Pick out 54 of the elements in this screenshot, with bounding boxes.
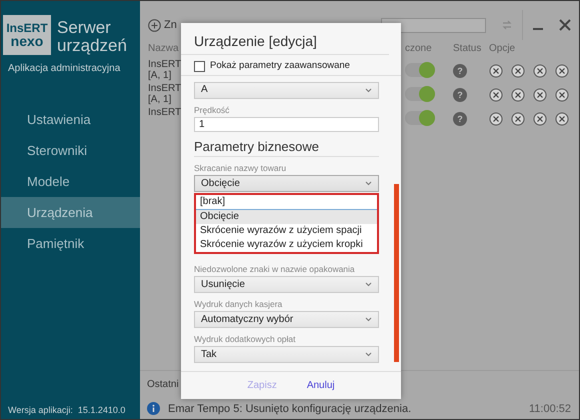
column-header: Nazwa <box>148 43 180 56</box>
dropdown-select[interactable]: Obcięcie <box>194 175 379 192</box>
dialog-title: Urządzenie [edycja] <box>194 33 317 49</box>
dropdown-select[interactable]: Tak <box>194 346 379 364</box>
nav-item[interactable]: Modele <box>1 166 140 197</box>
dropdown-select[interactable]: A <box>194 82 379 98</box>
dropdown-option[interactable]: Skrócenie wyrazów z użyciem spacji <box>196 224 377 238</box>
device-name: InsERT <box>148 59 182 70</box>
field-label: Prędkość <box>194 104 230 114</box>
dialog-button[interactable]: Anuluj <box>306 380 335 391</box>
section-label: Ostatni <box>147 379 179 390</box>
dropdown-select[interactable]: Automatyczny wybór <box>194 311 379 328</box>
section-title: Parametry biznesowe <box>194 132 379 158</box>
nav-item[interactable]: Sterowniki <box>1 135 140 166</box>
nav-item[interactable]: Ustawienia <box>1 104 140 135</box>
chevron-down-icon <box>365 88 372 92</box>
log-message: Emar Tempo 5: Usunięto konfigurację urządzenia. <box>168 402 412 414</box>
chevron-down-icon <box>365 317 372 322</box>
close-icon[interactable] <box>559 19 571 31</box>
toggle-switch[interactable] <box>405 111 435 125</box>
column-header: Opcje <box>489 43 516 56</box>
dropdown-option[interactable]: Skrócenie wyrazów z użyciem kropki <box>196 238 377 252</box>
app-title: Serwer urządzeń <box>57 19 128 55</box>
app-subtitle: Aplikacja administracyjna <box>7 62 122 74</box>
dropdown-select[interactable]: Usunięcie <box>194 276 379 294</box>
field-label: Skracanie nazwy towaru <box>194 163 288 174</box>
column-header: Status <box>453 43 482 56</box>
version-text: Wersja aplikacji: 15.1.2410.0 <box>7 405 126 417</box>
field-label: Niedozwolone znaki w nazwie opakowania <box>194 264 356 274</box>
checkbox-label: Pokaż parametry zaawansowane <box>210 60 350 72</box>
input-field[interactable]: 1 <box>194 116 379 132</box>
add-icon[interactable] <box>148 18 161 32</box>
dropdown-option[interactable]: Obcięcie <box>196 210 377 224</box>
device-port: [A, 1] <box>148 70 172 81</box>
chevron-down-icon <box>365 181 372 186</box>
checkbox[interactable] <box>194 60 205 72</box>
chevron-down-icon <box>365 352 372 358</box>
toggle-switch[interactable] <box>405 63 435 77</box>
status-icon: ? <box>453 64 467 78</box>
status-icon: ? <box>453 88 467 102</box>
app-logo: InsERT nexo <box>3 15 51 55</box>
nav-item[interactable]: Pamiętnik <box>1 228 140 259</box>
info-icon <box>147 402 160 415</box>
status-icon: ? <box>453 112 467 126</box>
toolbar-label[interactable]: Zn <box>164 19 177 31</box>
column-header: czone <box>405 43 433 56</box>
field-label: Wydruk dodatkowych opłat <box>194 334 297 344</box>
device-port: [A, 1] <box>148 94 172 105</box>
scrollbar-thumb[interactable] <box>394 184 399 362</box>
toggle-switch[interactable] <box>405 87 435 101</box>
chevron-down-icon <box>365 282 372 288</box>
log-time: 11:00:52 <box>528 402 571 414</box>
device-name: InsERT <box>148 83 182 94</box>
field-label: Wydruk danych kasjera <box>194 299 284 310</box>
